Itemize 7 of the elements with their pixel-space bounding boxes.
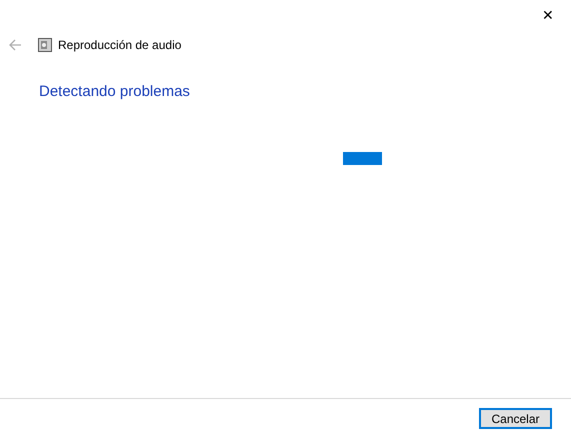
cancel-button[interactable]: Cancelar: [479, 408, 552, 429]
window-title: Reproducción de audio: [58, 37, 182, 54]
speaker-icon: [38, 38, 52, 52]
back-arrow-icon[interactable]: [8, 39, 22, 51]
page-heading: Detectando problemas: [39, 83, 190, 100]
progress-indicator: [343, 152, 382, 165]
close-button[interactable]: ✕: [525, 0, 571, 30]
